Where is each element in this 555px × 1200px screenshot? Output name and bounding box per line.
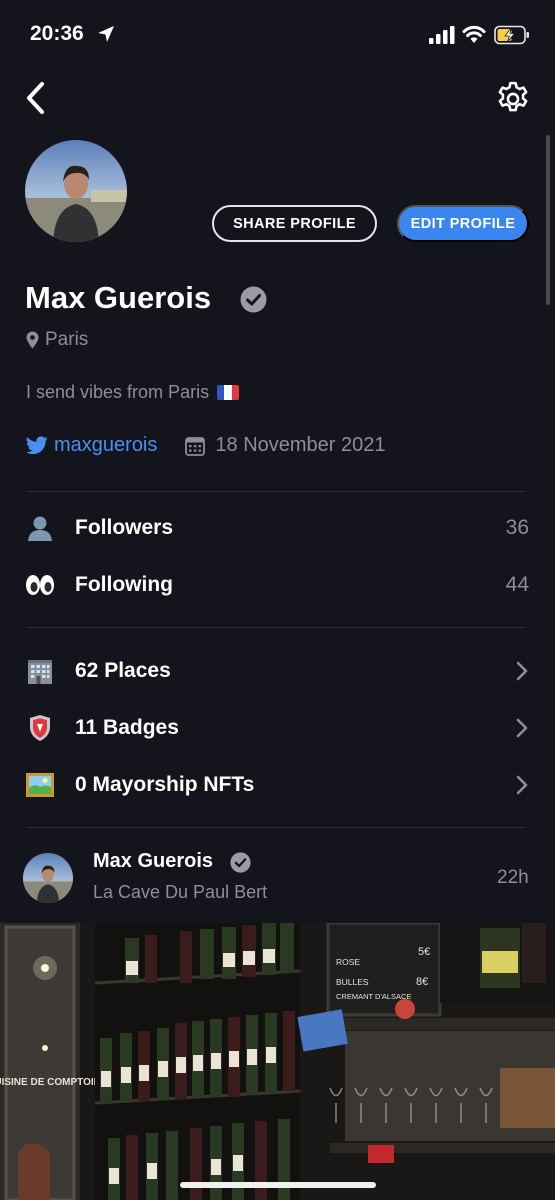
twitter-icon — [26, 436, 48, 455]
status-time: 20:36 — [30, 22, 84, 45]
twitter-handle-link[interactable]: maxguerois — [54, 434, 157, 457]
places-label: 62 Places — [75, 659, 171, 682]
post-author-name[interactable]: Max Guerois — [93, 850, 213, 873]
location-text: Paris — [45, 329, 89, 350]
board-line-1: ROSE — [336, 957, 360, 967]
badges-row[interactable]: 11 Badges — [24, 708, 529, 748]
cellular-signal-icon — [429, 26, 455, 44]
profile-links: maxguerois 18 November 2021 — [26, 434, 386, 457]
french-flag-icon — [217, 385, 240, 400]
wifi-icon — [462, 25, 486, 43]
post-timestamp: 22h — [497, 867, 529, 888]
divider — [26, 491, 526, 492]
post-photo[interactable]: CUISINE DE COMPTOIR — [0, 923, 555, 1200]
board-line-2: BULLES — [336, 977, 369, 987]
post-author-avatar[interactable] — [23, 853, 73, 903]
location-pin-icon — [26, 331, 39, 349]
following-row[interactable]: Following 44 — [24, 565, 529, 605]
location-arrow-icon — [98, 26, 114, 42]
share-profile-button[interactable]: SHARE PROFILE — [212, 205, 377, 242]
profile-location: Paris — [26, 329, 88, 351]
divider — [26, 627, 526, 628]
following-label: Following — [75, 573, 173, 596]
board-price-1: 5€ — [418, 946, 430, 958]
verified-check-icon — [240, 286, 267, 313]
join-date: 18 November 2021 — [215, 434, 386, 456]
followers-count: 36 — [505, 516, 529, 539]
profile-name: Max Guerois — [25, 280, 212, 315]
calendar-icon — [185, 436, 206, 456]
mayorship-nfts-label: 0 Mayorship NFTs — [75, 773, 255, 796]
post-venue[interactable]: La Cave Du Paul Bert — [93, 882, 267, 903]
board-line-3: CREMANT D'ALSACE — [336, 992, 411, 1001]
status-bar: 20:36 — [0, 0, 555, 70]
edit-profile-button[interactable]: EDIT PROFILE — [397, 205, 529, 242]
divider — [26, 827, 526, 828]
chevron-right-icon — [516, 661, 528, 681]
office-building-icon — [24, 655, 56, 687]
mayorship-nfts-row[interactable]: 0 Mayorship NFTs — [24, 765, 529, 805]
chevron-right-icon — [516, 775, 528, 795]
badges-label: 11 Badges — [75, 716, 179, 739]
profile-avatar[interactable] — [25, 140, 127, 242]
back-button[interactable] — [20, 78, 54, 118]
home-indicator[interactable] — [180, 1182, 376, 1188]
settings-gear-icon[interactable] — [494, 80, 532, 118]
badge-shield-icon — [24, 712, 56, 744]
chevron-right-icon — [516, 718, 528, 738]
framed-picture-icon — [24, 769, 56, 801]
places-row[interactable]: 62 Places — [24, 651, 529, 691]
bio-text: I send vibes from Paris — [26, 382, 210, 402]
verified-check-icon — [230, 852, 251, 873]
followers-row[interactable]: Followers 36 — [24, 508, 529, 548]
board-price-2: 8€ — [416, 976, 428, 988]
battery-charging-icon — [494, 25, 529, 45]
followers-label: Followers — [75, 516, 174, 539]
photo-sign-text: CUISINE DE COMPTOIR — [0, 1077, 102, 1088]
eyes-icon — [24, 569, 56, 601]
bust-silhouette-icon — [24, 512, 56, 544]
following-count: 44 — [505, 573, 529, 596]
profile-bio: I send vibes from Paris — [26, 382, 240, 403]
scroll-indicator[interactable] — [546, 135, 550, 305]
